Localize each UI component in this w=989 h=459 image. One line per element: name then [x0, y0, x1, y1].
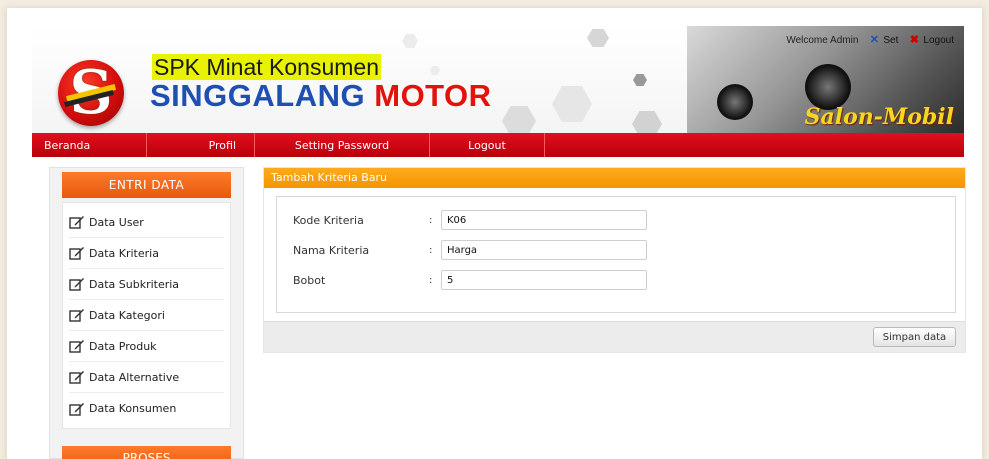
- car-wheel: [717, 84, 753, 120]
- edit-icon: [69, 371, 84, 384]
- decor-hexagon: [552, 86, 592, 122]
- brand-title-part2: MOTOR: [374, 78, 492, 113]
- decor-hexagon: [587, 29, 609, 47]
- decor-hexagon: [502, 106, 536, 134]
- sidebar-item-label: Data Produk: [89, 339, 157, 353]
- sidebar-list: Data User Data Kriteria Data Subkriteria…: [62, 202, 231, 429]
- form-row-nama-kriteria: Nama Kriteria :: [293, 239, 647, 261]
- logout-link[interactable]: ✖ Logout: [908, 34, 954, 46]
- brand-subtitle: SPK Minat Konsumen: [152, 54, 382, 80]
- form-box: Kode Kriteria : Nama Kriteria : Bobot :: [276, 196, 956, 313]
- form-row-bobot: Bobot :: [293, 269, 647, 291]
- sidebar-section-entri-data: ENTRI DATA: [62, 172, 231, 198]
- sidebar-item-label: Data User: [89, 215, 144, 229]
- sidebar-item-data-alternative[interactable]: Data Alternative: [69, 362, 224, 393]
- decor-hexagon: [633, 74, 647, 86]
- sidebar-item-data-konsumen[interactable]: Data Konsumen: [69, 393, 224, 424]
- field-label: Kode Kriteria: [293, 213, 364, 227]
- sidebar-item-data-kriteria[interactable]: Data Kriteria: [69, 238, 224, 269]
- sidebar: ENTRI DATA Data User Data Kriteria Data …: [49, 167, 244, 459]
- sidebar-item-data-subkriteria[interactable]: Data Subkriteria: [69, 269, 224, 300]
- kode-kriteria-input[interactable]: [441, 210, 647, 230]
- logout-link-label: Logout: [923, 34, 954, 46]
- form-footer: Simpan data: [264, 321, 965, 352]
- settings-icon: ✕: [869, 34, 879, 46]
- edit-icon: [69, 216, 84, 229]
- sidebar-item-label: Data Alternative: [89, 370, 180, 384]
- sidebar-item-label: Data Konsumen: [89, 402, 177, 415]
- sidebar-item-data-produk[interactable]: Data Produk: [69, 331, 224, 362]
- form-row-kode-kriteria: Kode Kriteria :: [293, 209, 647, 231]
- salon-mobil-text: Salon-Mobil: [804, 104, 954, 130]
- field-separator: :: [429, 244, 433, 256]
- brand-title: SINGGALANG MOTOR: [150, 78, 492, 114]
- form-panel: Tambah Kriteria Baru Kode Kriteria : Nam…: [263, 167, 966, 353]
- sidebar-item-label: Data Kriteria: [89, 246, 159, 260]
- field-separator: :: [429, 214, 433, 226]
- sidebar-section-proses: PROSES: [62, 446, 231, 459]
- decor-hexagon: [632, 111, 662, 134]
- edit-icon: [69, 278, 84, 291]
- logo: S: [58, 60, 124, 126]
- field-label: Bobot: [293, 273, 326, 287]
- brand-title-part1: SINGGALANG: [150, 78, 366, 113]
- save-button[interactable]: Simpan data: [873, 327, 956, 347]
- settings-link[interactable]: ✕ Set: [868, 34, 899, 46]
- field-separator: :: [429, 274, 433, 286]
- decor-hexagon: [402, 34, 418, 48]
- bobot-input[interactable]: [441, 270, 647, 290]
- welcome-text: Welcome Admin: [786, 34, 859, 46]
- main-nav: Beranda Profil Setting Password Logout: [32, 133, 964, 157]
- nav-setting-password[interactable]: Setting Password: [255, 133, 430, 157]
- field-label: Nama Kriteria: [293, 243, 370, 257]
- sidebar-item-data-user[interactable]: Data User: [69, 207, 224, 238]
- form-title: Tambah Kriteria Baru: [264, 168, 965, 188]
- nama-kriteria-input[interactable]: [441, 240, 647, 260]
- site-header: S SPK Minat Konsumen SINGGALANG MOTOR Sa…: [32, 26, 964, 134]
- nav-profil[interactable]: Profil: [147, 133, 255, 157]
- decor-hexagon: [430, 66, 440, 75]
- nav-logout[interactable]: Logout: [430, 133, 545, 157]
- logout-icon: ✖: [909, 34, 920, 46]
- nav-beranda[interactable]: Beranda: [32, 133, 147, 157]
- edit-icon: [69, 340, 84, 353]
- edit-icon: [69, 402, 84, 416]
- settings-link-label: Set: [883, 34, 899, 46]
- sidebar-item-label: Data Subkriteria: [89, 277, 180, 291]
- sidebar-item-data-kategori[interactable]: Data Kategori: [69, 300, 224, 331]
- sidebar-item-label: Data Kategori: [89, 308, 165, 322]
- edit-icon: [69, 247, 84, 260]
- topbar: Welcome Admin ✕ Set ✖ Logout: [786, 34, 954, 46]
- edit-icon: [69, 309, 84, 322]
